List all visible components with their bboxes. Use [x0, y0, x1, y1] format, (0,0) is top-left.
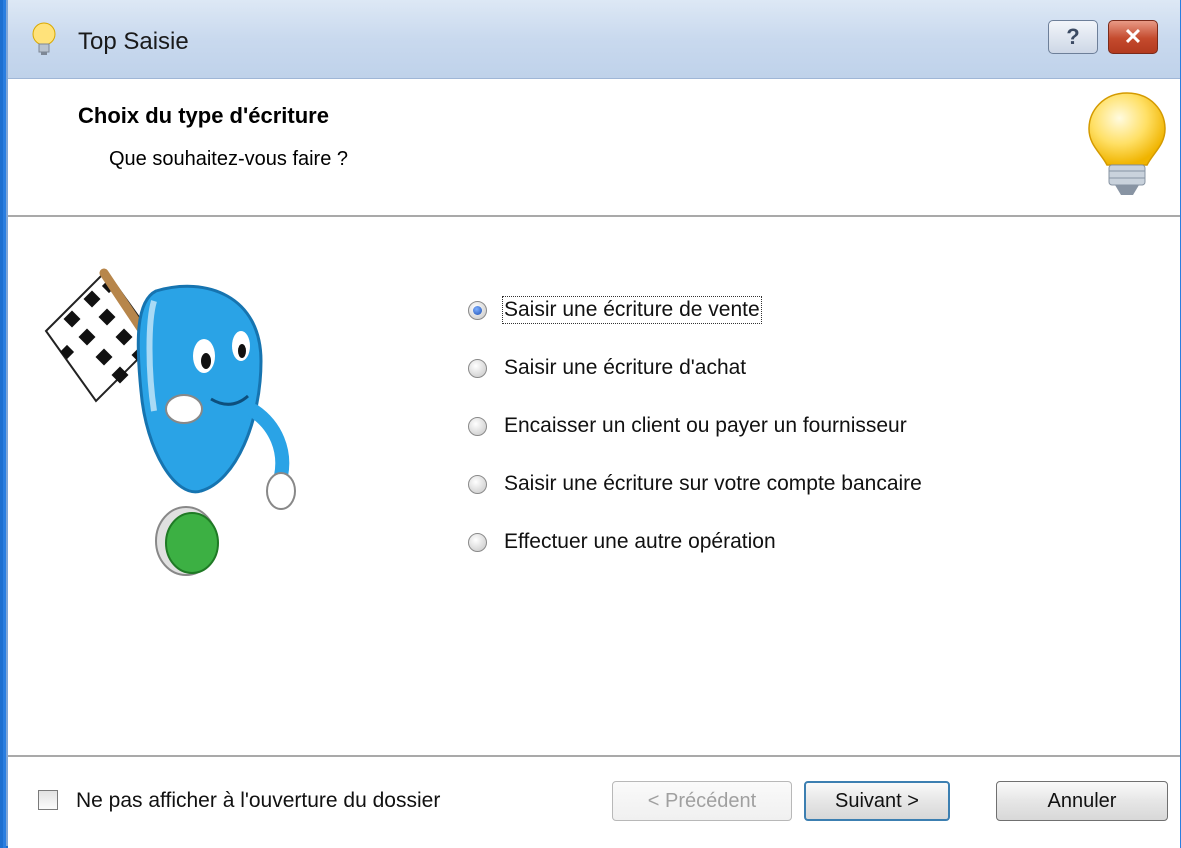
cancel-button[interactable]: Annuler [996, 781, 1168, 821]
wizard-footer: Ne pas afficher à l'ouverture du dossier… [8, 755, 1180, 848]
option-vente[interactable]: Saisir une écriture de vente [468, 295, 762, 325]
page-title: Choix du type d'écriture [78, 103, 329, 128]
option-achat[interactable]: Saisir une écriture d'achat [468, 353, 746, 383]
wizard-window: Top Saisie ? ✕ Choix du type d'écriture … [6, 0, 1180, 848]
help-icon: ? [1066, 24, 1080, 49]
previous-button[interactable]: < Précédent [612, 781, 792, 821]
cancel-button-label: Annuler [1047, 789, 1117, 812]
next-button[interactable]: Suivant > [804, 781, 950, 821]
option-label: Saisir une écriture sur votre compte ban… [504, 472, 922, 495]
radio-button[interactable] [468, 474, 487, 494]
window-title: Top Saisie [78, 28, 189, 55]
title-bar[interactable]: Top Saisie ? ✕ [8, 0, 1180, 79]
option-label: Encaisser un client ou payer un fourniss… [504, 414, 907, 437]
page-subtitle: Que souhaitez-vous faire ? [109, 148, 349, 170]
option-compte-bancaire[interactable]: Saisir une écriture sur votre compte ban… [468, 469, 922, 499]
radio-button[interactable] [468, 358, 487, 378]
option-label: Saisir une écriture de vente [502, 296, 762, 324]
radio-button[interactable] [468, 416, 487, 436]
next-button-label: Suivant > [835, 789, 919, 812]
dont-show-label[interactable]: Ne pas afficher à l'ouverture du dossier [76, 789, 440, 813]
option-autre[interactable]: Effectuer une autre opération [468, 527, 776, 557]
close-button[interactable]: ✕ [1108, 20, 1158, 54]
wizard-content: Saisir une écriture de vente Saisir une … [8, 217, 1180, 755]
help-button[interactable]: ? [1048, 20, 1098, 54]
radio-button[interactable] [468, 532, 487, 552]
close-icon: ✕ [1123, 24, 1143, 49]
lightbulb-icon [1088, 92, 1166, 195]
lightbulb-icon [32, 22, 56, 55]
option-label: Saisir une écriture d'achat [504, 356, 747, 379]
option-encaisser[interactable]: Encaisser un client ou payer un fourniss… [468, 411, 907, 441]
option-label: Effectuer une autre opération [504, 530, 776, 553]
mascot-illustration [44, 268, 296, 576]
wizard-header: Choix du type d'écriture Que souhaitez-v… [8, 79, 1180, 217]
dont-show-checkbox[interactable] [38, 790, 58, 810]
previous-button-label: < Précédent [647, 789, 757, 812]
radio-button[interactable] [468, 300, 487, 320]
